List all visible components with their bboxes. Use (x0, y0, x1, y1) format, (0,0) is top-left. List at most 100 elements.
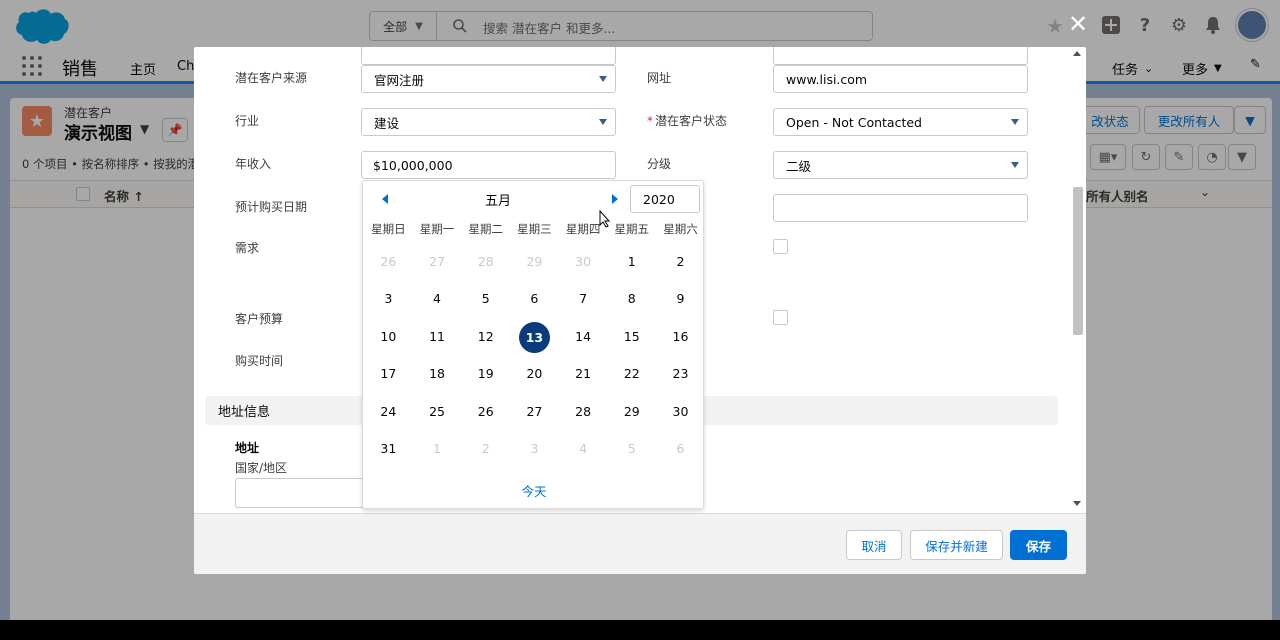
annual-revenue-input[interactable]: $10,000,000 (361, 151, 616, 179)
calendar-day[interactable]: 27 (510, 397, 559, 427)
calendar-day-number: 28 (477, 253, 494, 269)
next-month-button[interactable] (607, 191, 623, 207)
lead-source-label: 潜在客户来源 (235, 71, 308, 85)
calendar-day[interactable]: 12 (461, 322, 510, 352)
calendar-day-number: 3 (530, 441, 539, 457)
modal-scrollbar[interactable] (1070, 47, 1086, 513)
calendar-day[interactable]: 31 (364, 434, 413, 464)
calendar-day[interactable]: 9 (656, 284, 705, 314)
close-icon[interactable]: ✕ (1066, 12, 1090, 36)
weekday-label: 星期五 (614, 222, 650, 236)
calendar-day-number: 8 (627, 291, 636, 307)
calendar-day[interactable]: 20 (510, 359, 559, 389)
scrollbar-thumb[interactable] (1073, 187, 1083, 335)
calendar-day[interactable]: 3 (510, 434, 559, 464)
calendar-day-number: 22 (623, 366, 640, 382)
save-button[interactable]: 保存 (1010, 530, 1067, 560)
industry-label: 行业 (235, 114, 260, 128)
calendar-day[interactable]: 26 (461, 397, 510, 427)
calendar-day[interactable]: 11 (413, 322, 462, 352)
chevron-left-icon (382, 194, 388, 204)
calendar-day[interactable]: 4 (559, 434, 608, 464)
cancel-button[interactable]: 取消 (846, 530, 902, 560)
website-input[interactable]: www.lisi.com (773, 65, 1028, 93)
calendar-week-row: 24 25 26 27 28 29 30 (363, 393, 705, 431)
calendar-day[interactable]: 24 (364, 397, 413, 427)
weekday-label: 星期三 (517, 222, 552, 236)
country-label: 国家/地区 (235, 461, 288, 475)
calendar-day[interactable]: 30 (559, 247, 608, 277)
right-text-input[interactable] (773, 194, 1028, 222)
calendar-day[interactable]: 2 (461, 434, 510, 464)
calendar-day[interactable]: 23 (656, 359, 705, 389)
calendar-grid: 星期日 星期一 星期二 星期三 星期四 星期五 星期六 26 27 28 29 30 1 2 3 4 5 6 7 8… (363, 221, 705, 468)
datepicker-month: 五月 (484, 194, 511, 209)
calendar-day[interactable]: 22 (607, 359, 656, 389)
weekday-header-row: 星期日 星期一 星期二 星期三 星期四 星期五 星期六 (363, 221, 705, 243)
calendar-day-number: 31 (380, 441, 397, 457)
calendar-day[interactable]: 19 (461, 359, 510, 389)
calendar-day[interactable]: 3 (364, 284, 413, 314)
calendar-day[interactable]: 5 (607, 434, 656, 464)
calendar-day[interactable]: 1 (607, 247, 656, 277)
calendar-day-number: 30 (672, 403, 689, 419)
calendar-day-number: 26 (380, 253, 397, 269)
scroll-down-arrow-icon[interactable] (1073, 501, 1081, 506)
calendar-day[interactable]: 6 (510, 284, 559, 314)
checkbox-field-1[interactable] (773, 239, 788, 254)
calendar-day[interactable]: 16 (656, 322, 705, 352)
calendar-day[interactable]: 29 (607, 397, 656, 427)
calendar-day[interactable]: 14 (559, 322, 608, 352)
calendar-day-number: 20 (526, 366, 543, 382)
calendar-day[interactable]: 10 (364, 322, 413, 352)
calendar-week-row: 26 27 28 29 30 1 2 (363, 243, 705, 281)
calendar-day[interactable]: 26 (364, 247, 413, 277)
today-button[interactable]: 今天 (363, 481, 705, 500)
calendar-day[interactable]: 17 (364, 359, 413, 389)
checkbox-field-2[interactable] (773, 310, 788, 325)
rating-value: 二级 (786, 158, 812, 174)
calendar-day-number: 23 (672, 366, 689, 382)
previous-month-button[interactable] (377, 191, 393, 207)
calendar-day[interactable]: 25 (413, 397, 462, 427)
calendar-week-row: 10 11 12 13 14 15 16 (363, 318, 705, 356)
calendar-day[interactable]: 5 (461, 284, 510, 314)
industry-select[interactable]: 建设 (361, 108, 616, 136)
calendar-day[interactable]: 30 (656, 397, 705, 427)
calendar-day[interactable]: 2 (656, 247, 705, 277)
calendar-day-number: 12 (477, 328, 494, 344)
calendar-day-number: 1 (433, 441, 441, 457)
calendar-day-number: 15 (623, 328, 640, 344)
calendar-day[interactable]: 28 (559, 397, 608, 427)
calendar-day[interactable]: 1 (413, 434, 462, 464)
calendar-day[interactable]: 15 (607, 322, 656, 352)
lead-source-select[interactable]: 官网注册 (361, 65, 616, 93)
calendar-day-number: 1 (627, 253, 636, 269)
scrolled-field-right[interactable] (773, 47, 1028, 65)
scrolled-field-left[interactable] (361, 47, 616, 65)
calendar-day-number: 6 (676, 441, 685, 457)
calendar-day[interactable]: 21 (559, 359, 608, 389)
calendar-day[interactable]: 29 (510, 247, 559, 277)
calendar-day-number: 17 (380, 366, 397, 382)
calendar-day[interactable]: 6 (656, 434, 705, 464)
year-select[interactable]: 2020 (630, 185, 700, 213)
lead-status-select[interactable]: Open - Not Contacted (773, 108, 1028, 136)
rating-label: 分级 (647, 157, 672, 171)
calendar-day[interactable]: 18 (413, 359, 462, 389)
lead-status-label: * 潜在客户状态 (647, 112, 727, 129)
save-and-new-button[interactable]: 保存并新建 (910, 530, 1003, 560)
calendar-day-selected[interactable]: 13 (510, 321, 559, 353)
requirements-label: 需求 (235, 241, 260, 255)
calendar-day[interactable]: 27 (413, 247, 462, 277)
calendar-day[interactable]: 7 (559, 284, 608, 314)
weekday-label: 星期六 (663, 222, 698, 236)
rating-select[interactable]: 二级 (773, 151, 1028, 179)
scroll-up-arrow-icon[interactable] (1073, 51, 1081, 56)
calendar-day[interactable]: 4 (413, 284, 462, 314)
calendar-day[interactable]: 28 (461, 247, 510, 277)
industry-value: 建设 (374, 115, 400, 131)
calendar-day[interactable]: 8 (607, 284, 656, 314)
calendar-day-number: 29 (623, 403, 640, 419)
calendar-day-number: 27 (429, 253, 445, 269)
